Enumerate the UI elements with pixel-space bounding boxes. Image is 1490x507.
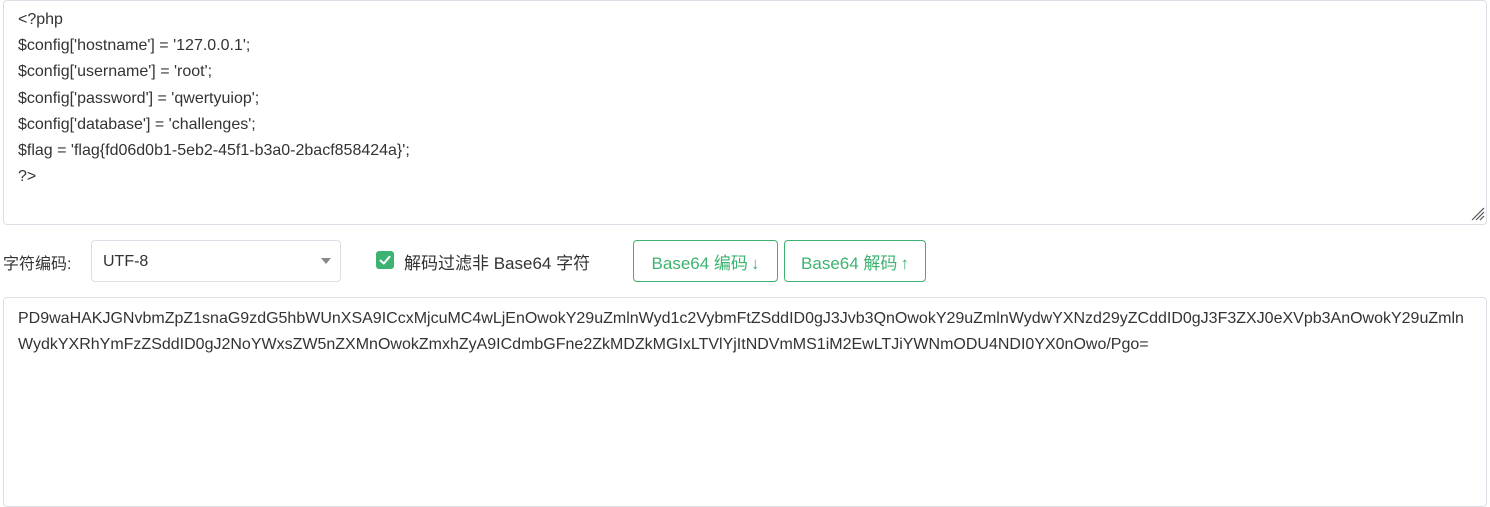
filter-checkbox-label: 解码过滤非 Base64 字符 (404, 254, 591, 273)
output-textarea[interactable]: PD9waHAKJGNvbmZpZ1snaG9zdG5hbWUnXSA9ICcx… (3, 297, 1487, 507)
input-textarea[interactable]: <?php $config['hostname'] = '127.0.0.1';… (3, 0, 1487, 225)
arrow-up-icon: ↑ (900, 253, 909, 273)
base64-decode-button[interactable]: Base64 解码 ↑ (784, 240, 926, 282)
base64-encode-button[interactable]: Base64 编码 ↓ (633, 240, 778, 282)
filter-checkbox[interactable] (376, 251, 394, 269)
encoding-select-value: UTF-8 (103, 253, 149, 270)
check-icon (379, 255, 391, 265)
arrow-down-icon: ↓ (750, 253, 760, 273)
decode-button-label: Base64 解码 (801, 253, 898, 273)
chevron-down-icon (321, 258, 331, 264)
encoding-select[interactable]: UTF-8 (91, 240, 341, 282)
resize-handle-icon[interactable] (1469, 205, 1485, 221)
encoding-label: 字符编码: (3, 256, 72, 273)
encode-button-label: Base64 编码 (651, 253, 748, 273)
toolbar: 字符编码: UTF-8 解码过滤非 Base64 字符 Base64 编码 ↓ B… (0, 240, 1490, 282)
